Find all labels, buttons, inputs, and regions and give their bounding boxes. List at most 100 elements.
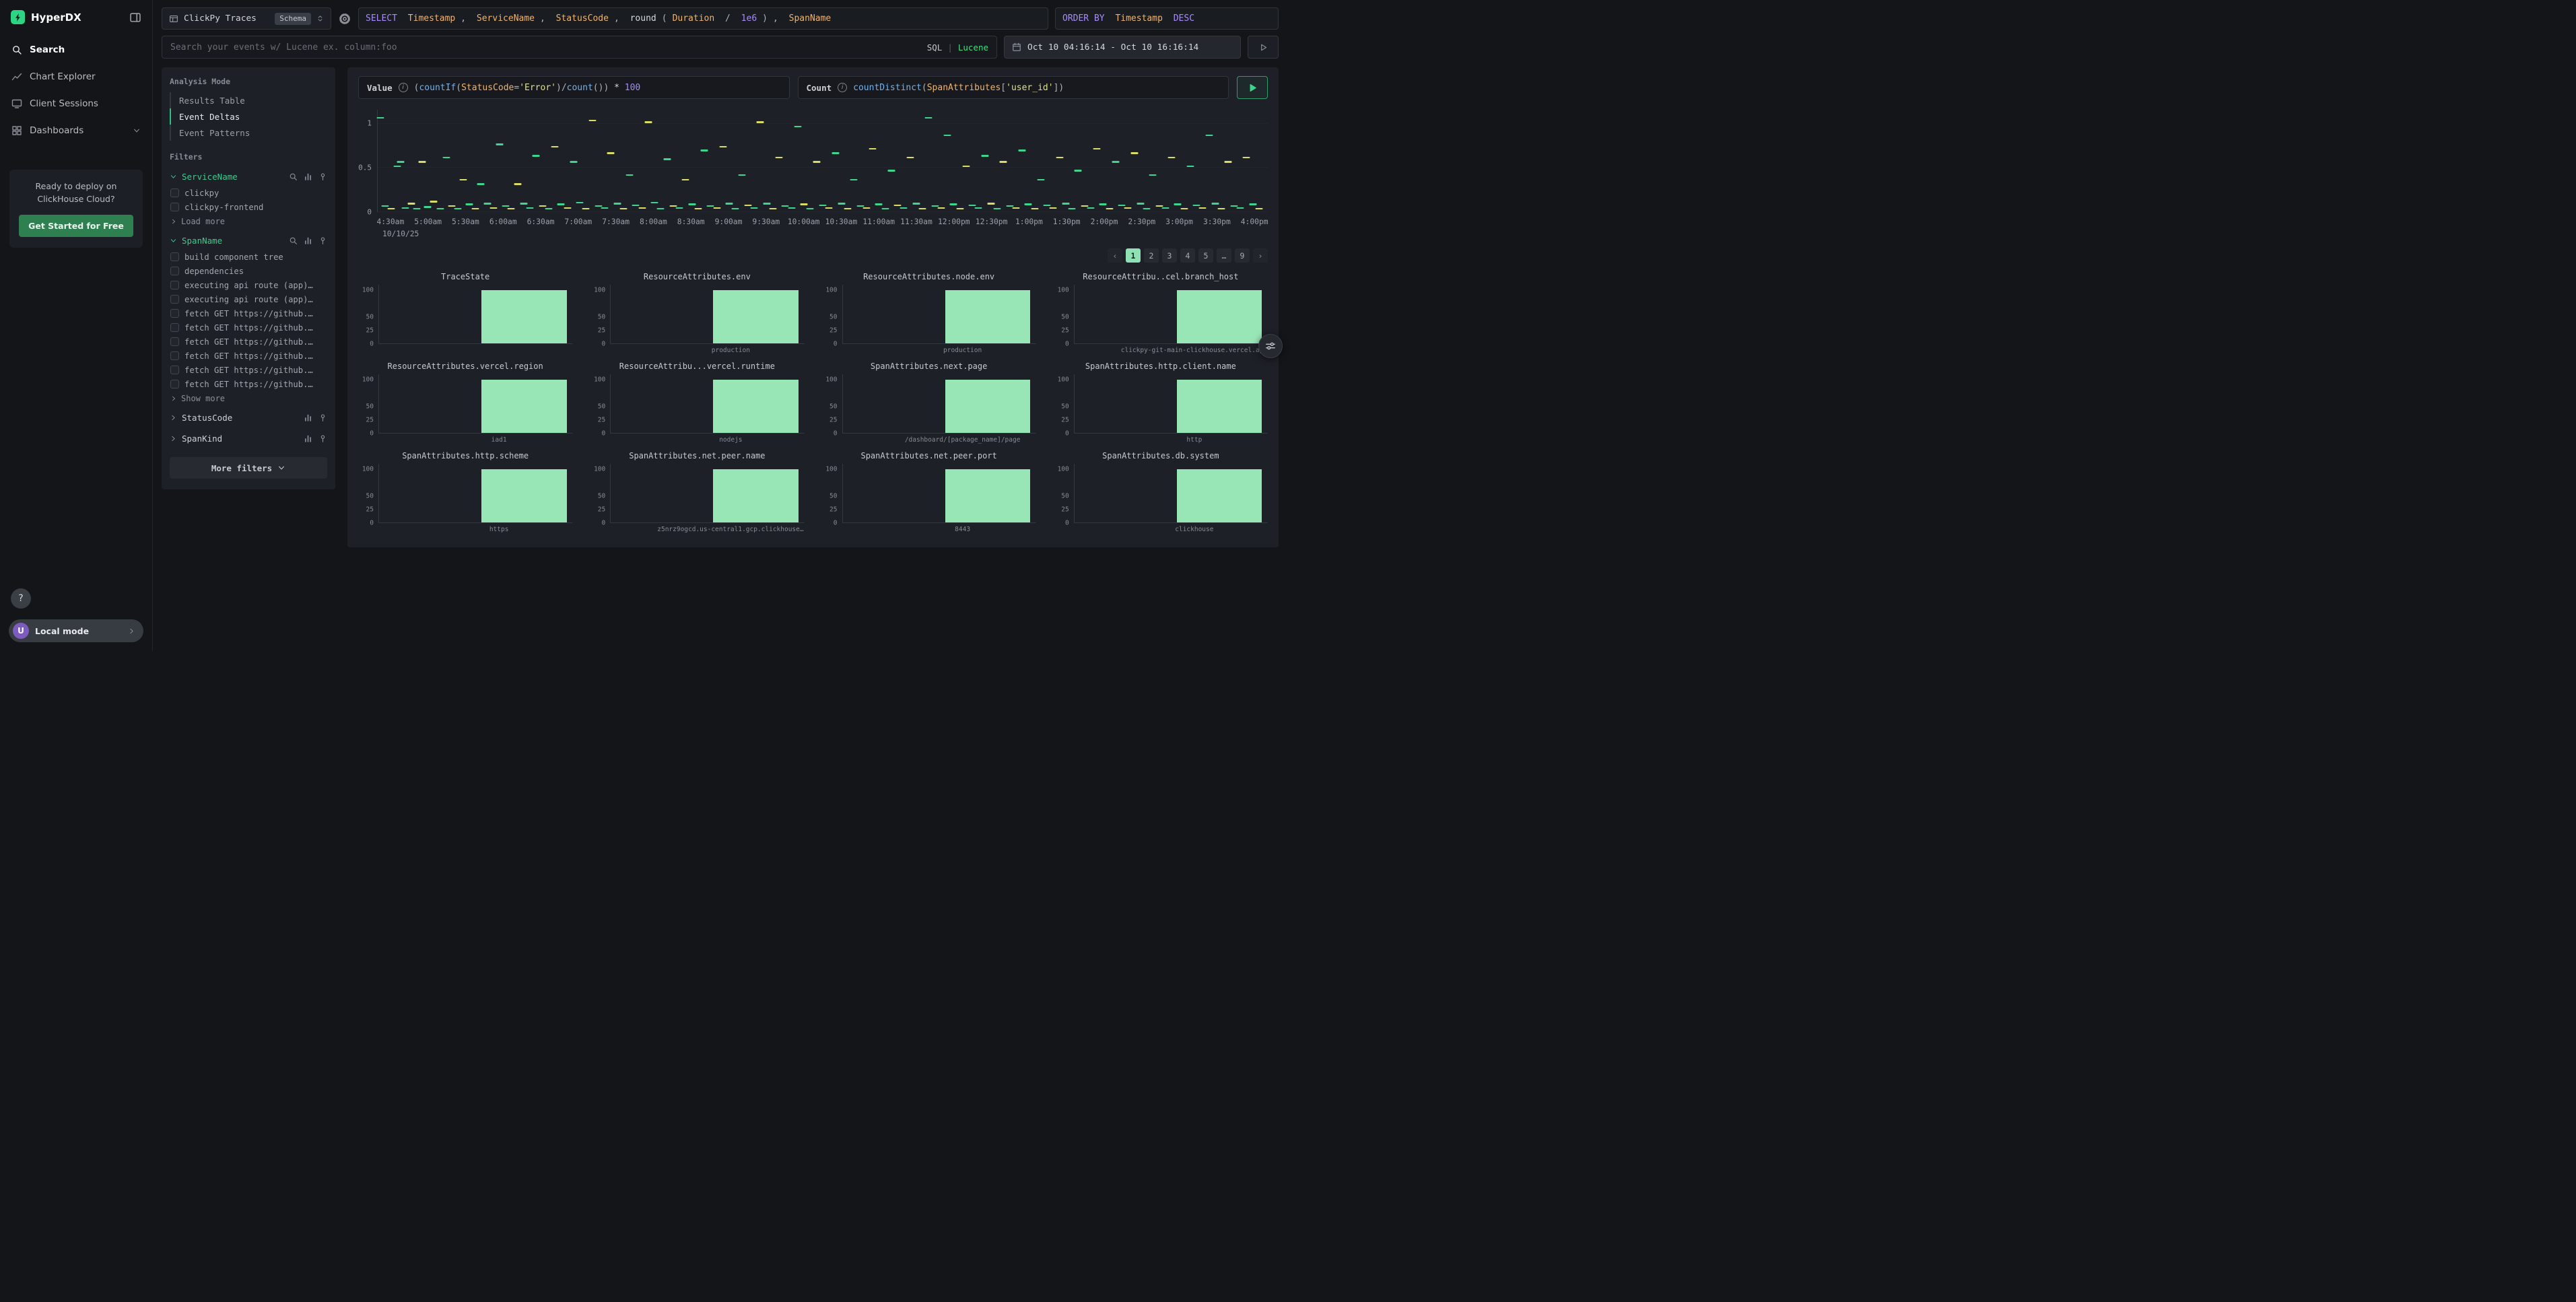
x-tick: 2:00pm — [1091, 217, 1118, 226]
checkbox[interactable] — [170, 351, 179, 360]
y-tick: 0 — [1065, 520, 1069, 527]
value-expression-editor[interactable]: Value i (countIf(StatusCode='Error')/cou… — [358, 76, 790, 99]
load-more-link[interactable]: Load more — [170, 214, 327, 229]
mini-plot[interactable] — [610, 374, 804, 434]
mini-plot[interactable] — [1074, 464, 1268, 523]
code-token: DESC — [1168, 13, 1194, 24]
page-button-4[interactable]: 4 — [1180, 248, 1195, 263]
mini-plot[interactable] — [378, 464, 572, 523]
page-button-1[interactable]: 1 — [1126, 248, 1141, 263]
calendar-icon — [1012, 42, 1021, 52]
gear-icon[interactable] — [338, 12, 351, 26]
mini-plot[interactable] — [378, 285, 572, 344]
count-expression-editor[interactable]: Count i countDistinct(SpanAttributes['us… — [798, 76, 1229, 99]
analysis-mode-event-patterns[interactable]: Event Patterns — [170, 125, 327, 141]
sql-select-editor[interactable]: SELECT Timestamp, ServiceName, StatusCod… — [358, 7, 1048, 30]
checkbox[interactable] — [170, 281, 179, 289]
checkbox[interactable] — [170, 295, 179, 304]
checkbox[interactable] — [170, 380, 179, 388]
filter-option[interactable]: build component tree — [170, 250, 327, 264]
bar-chart-icon[interactable] — [304, 172, 312, 181]
filter-option[interactable]: fetch GET https://github.… — [170, 363, 327, 377]
filter-option-label: fetch GET https://github.… — [184, 309, 313, 318]
page-button-5[interactable]: 5 — [1198, 248, 1213, 263]
filter-group-header[interactable]: StatusCode — [170, 409, 327, 427]
page-button-2[interactable]: 2 — [1144, 248, 1159, 263]
checkbox[interactable] — [170, 323, 179, 332]
checkbox[interactable] — [170, 252, 179, 261]
checkbox[interactable] — [170, 267, 179, 275]
source-selector[interactable]: ClickPy Traces Schema — [162, 7, 331, 30]
search-icon[interactable] — [289, 172, 298, 181]
more-filters-button[interactable]: More filters — [170, 457, 327, 479]
filter-option[interactable]: executing api route (app)… — [170, 278, 327, 292]
bar-chart-icon[interactable] — [304, 434, 312, 443]
checkbox[interactable] — [170, 337, 179, 346]
mini-plot[interactable] — [842, 285, 1036, 344]
search-icon[interactable] — [289, 236, 298, 245]
analysis-mode-results-table[interactable]: Results Table — [170, 92, 327, 108]
help-button[interactable]: ? — [11, 588, 31, 609]
prev-page-button[interactable]: ‹ — [1108, 248, 1122, 263]
schema-badge[interactable]: Schema — [275, 13, 311, 25]
delta-point — [1124, 207, 1132, 209]
checkbox[interactable] — [170, 203, 179, 211]
pin-icon[interactable] — [318, 413, 327, 422]
mini-plot[interactable] — [842, 374, 1036, 434]
sidebar-collapse-icon[interactable] — [129, 11, 141, 24]
filter-group-header[interactable]: ServiceName — [170, 168, 327, 186]
checkbox[interactable] — [170, 366, 179, 374]
bar-chart-icon[interactable] — [304, 413, 312, 422]
filter-option[interactable]: clickpy — [170, 186, 327, 200]
page-button-3[interactable]: 3 — [1162, 248, 1177, 263]
y-tick: 0 — [370, 341, 374, 348]
deltas-plot[interactable] — [377, 110, 1268, 212]
filter-option[interactable]: fetch GET https://github.… — [170, 349, 327, 363]
mini-plot[interactable] — [610, 285, 804, 344]
sidebar-item-client-sessions[interactable]: Client Sessions — [0, 90, 152, 117]
search-input[interactable] — [170, 42, 920, 53]
filter-group-header[interactable]: SpanName — [170, 232, 327, 250]
run-query-button[interactable] — [1237, 76, 1268, 99]
search-run-button[interactable] — [1248, 36, 1279, 59]
page-button-9[interactable]: 9 — [1235, 248, 1250, 263]
filter-option[interactable]: fetch GET https://github.… — [170, 377, 327, 391]
sidebar-item-dashboards[interactable]: Dashboards — [0, 117, 152, 144]
next-page-button[interactable]: › — [1253, 248, 1268, 263]
filter-option[interactable]: fetch GET https://github.… — [170, 335, 327, 349]
attribute-charts-grid: TraceState10050250ResourceAttributes.env… — [358, 272, 1268, 534]
pin-icon[interactable] — [318, 236, 327, 245]
lucene-mode-option[interactable]: Lucene — [958, 42, 988, 53]
checkbox[interactable] — [170, 189, 179, 197]
bar-chart-icon[interactable] — [304, 236, 312, 245]
pin-icon[interactable] — [318, 172, 327, 181]
mini-plot[interactable] — [378, 374, 572, 434]
count-expression: countDistinct(SpanAttributes['user_id']) — [853, 83, 1064, 93]
mini-plot[interactable] — [610, 464, 804, 523]
mini-plot[interactable] — [842, 464, 1036, 523]
show-more-link[interactable]: Show more — [170, 391, 327, 406]
mini-plot[interactable] — [1074, 374, 1268, 434]
filter-option[interactable]: fetch GET https://github.… — [170, 306, 327, 320]
code-token: * — [609, 83, 624, 93]
chart-settings-fab[interactable] — [1258, 334, 1283, 358]
get-started-button[interactable]: Get Started for Free — [19, 215, 133, 237]
delta-point — [981, 155, 988, 157]
order-by-editor[interactable]: ORDER BY Timestamp DESC — [1055, 7, 1279, 30]
filter-option[interactable]: dependencies — [170, 264, 327, 278]
page-button-…[interactable]: … — [1217, 248, 1231, 263]
date-range-picker[interactable]: Oct 10 04:16:14 - Oct 10 16:16:14 — [1004, 36, 1241, 59]
x-tick: 6:30am — [527, 217, 555, 226]
local-mode-button[interactable]: U Local mode — [9, 619, 143, 642]
filter-group-header[interactable]: SpanKind — [170, 430, 327, 448]
sidebar-item-chart-explorer[interactable]: Chart Explorer — [0, 63, 152, 90]
analysis-mode-event-deltas[interactable]: Event Deltas — [170, 108, 327, 125]
sql-mode-option[interactable]: SQL — [927, 42, 943, 53]
filter-option[interactable]: executing api route (app)… — [170, 292, 327, 306]
sidebar-item-search[interactable]: Search — [0, 36, 152, 63]
filter-option[interactable]: clickpy-frontend — [170, 200, 327, 214]
mini-plot[interactable] — [1074, 285, 1268, 344]
pin-icon[interactable] — [318, 434, 327, 443]
filter-option[interactable]: fetch GET https://github.… — [170, 320, 327, 335]
checkbox[interactable] — [170, 309, 179, 318]
